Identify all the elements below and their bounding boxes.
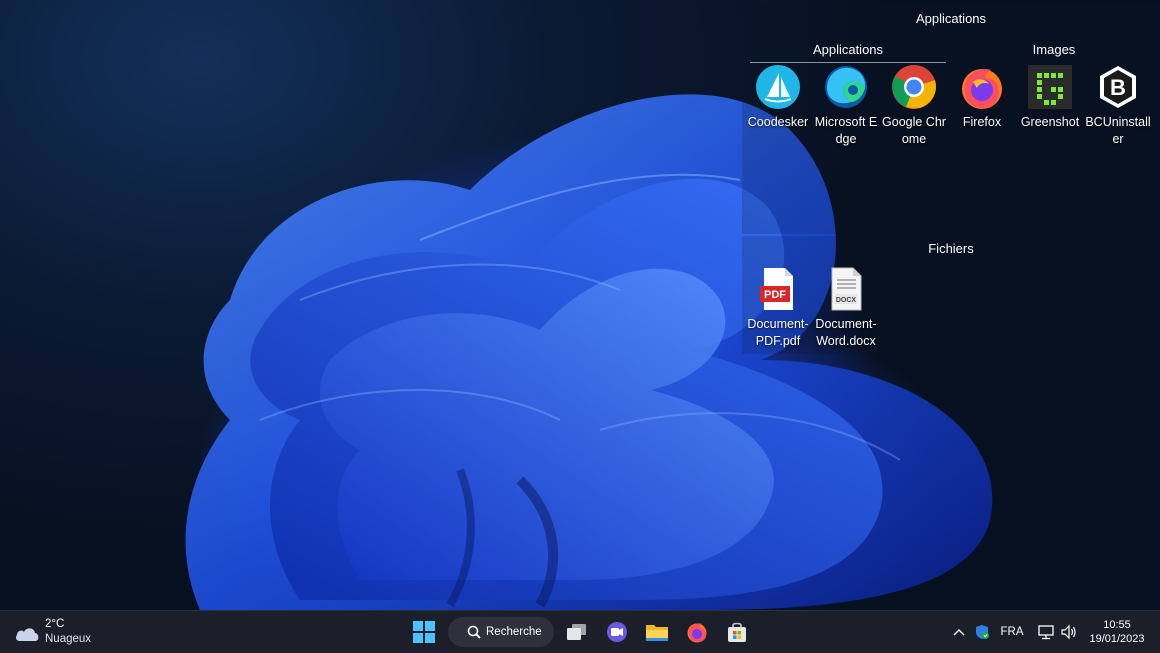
- files-fence[interactable]: Fichiers PDF Document-PDF.pdf DOCX Docum…: [742, 236, 1160, 354]
- chevron-up-icon: [953, 629, 965, 636]
- pdf-badge-text: PDF: [764, 289, 786, 301]
- desktop-icon-greenshot[interactable]: Greenshot: [1016, 64, 1084, 131]
- microsoft-store-button[interactable]: [720, 616, 754, 648]
- teams-chat-icon: [607, 622, 627, 642]
- desktop-icon-label: Microsoft Edge: [814, 115, 878, 146]
- weather-condition: Nuageux: [45, 633, 92, 645]
- folder-icon: [646, 625, 668, 641]
- show-hidden-icons-button[interactable]: [948, 611, 970, 653]
- network-icon: [1038, 625, 1054, 640]
- desktop-icon-label: Google Chrome: [882, 115, 946, 146]
- security-tray-button[interactable]: [970, 611, 994, 653]
- desktop-icon-document-word[interactable]: DOCX Document-Word.docx: [812, 266, 880, 350]
- shield-icon: [976, 625, 989, 639]
- bcuninstaller-icon: B: [1100, 66, 1136, 108]
- firefox-icon: [962, 69, 1002, 109]
- taskbar: 2°C Nuageux Recherche FRA 10:55 19/01/20…: [0, 610, 1160, 653]
- docx-badge-text: DOCX: [836, 297, 857, 304]
- fence-title-applications: Applications: [915, 11, 987, 26]
- desktop-icon-coodesker[interactable]: Coodesker: [744, 64, 812, 131]
- volume-tray-button[interactable]: [1058, 611, 1080, 653]
- desktop-icon-label: Greenshot: [1020, 115, 1080, 129]
- network-tray-button[interactable]: [1034, 611, 1058, 653]
- weather-temp: 2°C: [45, 618, 65, 630]
- clock-date: 19/01/2023: [1089, 633, 1145, 645]
- language-indicator[interactable]: FRA: [998, 611, 1026, 653]
- docx-file-icon: DOCX: [831, 267, 862, 311]
- task-view-button[interactable]: [560, 616, 594, 648]
- firefox-taskbar-button[interactable]: [680, 616, 714, 648]
- edge-icon: [825, 66, 867, 108]
- cloud-icon: [16, 628, 39, 641]
- desktop-icon-label: Coodesker: [747, 115, 809, 129]
- firefox-icon: [687, 623, 707, 643]
- subtab-applications[interactable]: Applications: [750, 42, 946, 63]
- applications-fence[interactable]: Applications Applications Images Coodesk…: [742, 4, 1160, 234]
- desktop-icon-label: Document-Word.docx: [815, 317, 877, 348]
- greenshot-icon: [1028, 65, 1072, 109]
- desktop-icon-label: BCUninstaller: [1085, 115, 1151, 146]
- coodesker-icon: [756, 65, 800, 109]
- desktop-icon-bcuninstaller[interactable]: B BCUninstaller: [1084, 64, 1152, 148]
- windows-logo-icon: [413, 621, 435, 643]
- chrome-icon: [892, 65, 936, 109]
- microsoft-store-icon: [728, 622, 746, 642]
- speaker-icon: [1061, 624, 1076, 640]
- desktop-icon-label: Firefox: [962, 115, 1002, 129]
- fence-title-files: Fichiers: [928, 241, 974, 256]
- desktop-icon-label: Document-PDF.pdf: [747, 317, 809, 348]
- file-explorer-button[interactable]: [640, 616, 674, 648]
- start-button[interactable]: [407, 616, 441, 648]
- search-label: Recherche: [486, 626, 542, 638]
- svg-text:B: B: [1110, 75, 1126, 100]
- search-button[interactable]: Recherche: [448, 617, 554, 647]
- subtab-images[interactable]: Images: [1022, 42, 1086, 57]
- desktop-icon-google-chrome[interactable]: Google Chrome: [880, 64, 948, 148]
- clock-time: 10:55: [1103, 619, 1131, 631]
- teams-chat-button[interactable]: [600, 616, 634, 648]
- weather-widget[interactable]: 2°C Nuageux: [14, 617, 124, 649]
- desktop-icon-firefox[interactable]: Firefox: [948, 64, 1016, 131]
- desktop-icon-microsoft-edge[interactable]: Microsoft Edge: [812, 64, 880, 148]
- clock[interactable]: 10:55 19/01/2023: [1084, 618, 1150, 646]
- desktop-icon-document-pdf[interactable]: PDF Document-PDF.pdf: [744, 266, 812, 350]
- search-icon: [467, 625, 481, 639]
- pdf-file-icon: PDF: [760, 268, 793, 310]
- task-view-icon: [567, 624, 586, 640]
